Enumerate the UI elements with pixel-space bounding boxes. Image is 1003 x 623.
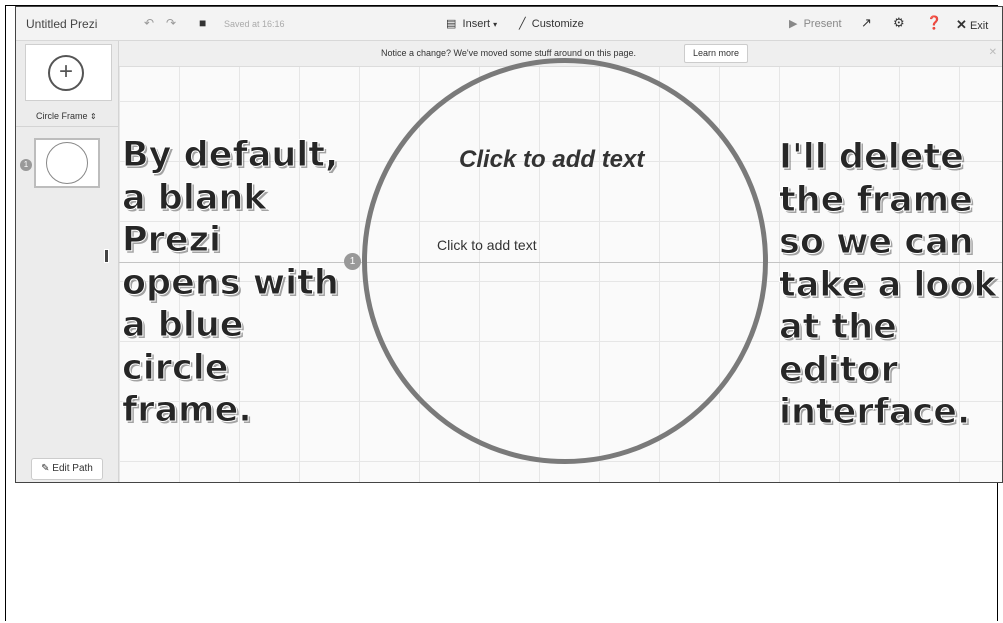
exit-button[interactable]: ✕ Exit — [956, 17, 988, 33]
edit-path-label: Edit Path — [52, 463, 93, 474]
exit-label: Exit — [969, 20, 989, 32]
pencil-icon: ✎ — [41, 463, 50, 474]
saved-status: Saved at 16:16 — [224, 19, 285, 29]
play-icon: ▶ — [789, 18, 798, 30]
save-icon[interactable]: ■ — [199, 16, 206, 30]
document-title[interactable]: Untitled Prezi — [26, 17, 97, 31]
present-button[interactable]: ▶ Present — [789, 17, 842, 30]
present-label: Present — [803, 18, 842, 30]
insert-button[interactable]: ▤ Insert ▾ — [446, 17, 497, 30]
callout-line: at the — [779, 307, 898, 348]
circle-frame[interactable] — [362, 58, 768, 464]
callout-line: interface. — [779, 392, 971, 433]
insert-label: Insert — [462, 18, 491, 30]
frame-body-placeholder[interactable]: Click to add text — [437, 237, 537, 253]
circle-frame-thumbnail-icon — [46, 142, 88, 184]
callout-left: By default, a blank Prezi opens with a b… — [122, 134, 340, 432]
sidebar-divider — [16, 126, 118, 127]
frame-number-badge: 1 — [344, 253, 361, 270]
customize-button[interactable]: ╱ Customize — [519, 17, 584, 30]
callout-line: frame. — [122, 390, 253, 431]
callout-line: the frame — [779, 179, 974, 220]
brush-icon: ╱ — [519, 18, 526, 30]
close-icon: ✕ — [956, 17, 967, 32]
frame-title-placeholder[interactable]: Click to add text — [459, 146, 644, 174]
callout-line: Prezi — [122, 220, 222, 261]
callout-line: opens with — [122, 262, 340, 303]
gear-icon[interactable]: ⚙ — [893, 15, 905, 31]
help-icon[interactable]: ❓ — [926, 15, 942, 31]
customize-label: Customize — [531, 18, 584, 30]
thumbnail-number-badge: 1 — [20, 159, 32, 171]
frame-thumbnail[interactable] — [34, 138, 100, 188]
chevron-updown-icon: ⇕ — [90, 112, 97, 121]
plus-icon: + — [48, 55, 84, 91]
callout-line: so we can — [779, 222, 975, 263]
add-frame-button[interactable]: + — [25, 44, 112, 101]
notice-text: Notice a change? We've moved some stuff … — [381, 48, 637, 58]
frame-type-selector[interactable]: Circle Frame ⇕ — [36, 111, 97, 121]
callout-line: I'll delete — [779, 137, 965, 178]
callout-line: a blue — [122, 305, 245, 346]
share-icon[interactable]: ↗ — [861, 15, 872, 31]
callout-line: By default, — [122, 135, 339, 176]
redo-icon[interactable]: ↷ — [166, 16, 176, 30]
callout-line: circle — [122, 347, 229, 388]
path-handle-marker — [104, 249, 109, 263]
edit-path-button[interactable]: ✎ Edit Path — [31, 458, 103, 480]
insert-icon: ▤ — [446, 18, 457, 30]
undo-icon[interactable]: ↶ — [144, 16, 154, 30]
callout-line: take a look — [779, 264, 998, 305]
callout-line: editor — [779, 349, 899, 390]
callout-right: I'll delete the frame so we can take a l… — [779, 136, 998, 434]
chevron-down-icon: ▾ — [493, 20, 498, 29]
top-toolbar: Untitled Prezi ↶ ↷ ■ Saved at 16:16 ▤ In… — [16, 7, 1002, 41]
learn-more-button[interactable]: Learn more — [684, 44, 749, 63]
close-icon[interactable]: ✕ — [989, 47, 997, 58]
frame-type-label: Circle Frame — [36, 111, 88, 121]
callout-line: a blank — [122, 177, 268, 218]
